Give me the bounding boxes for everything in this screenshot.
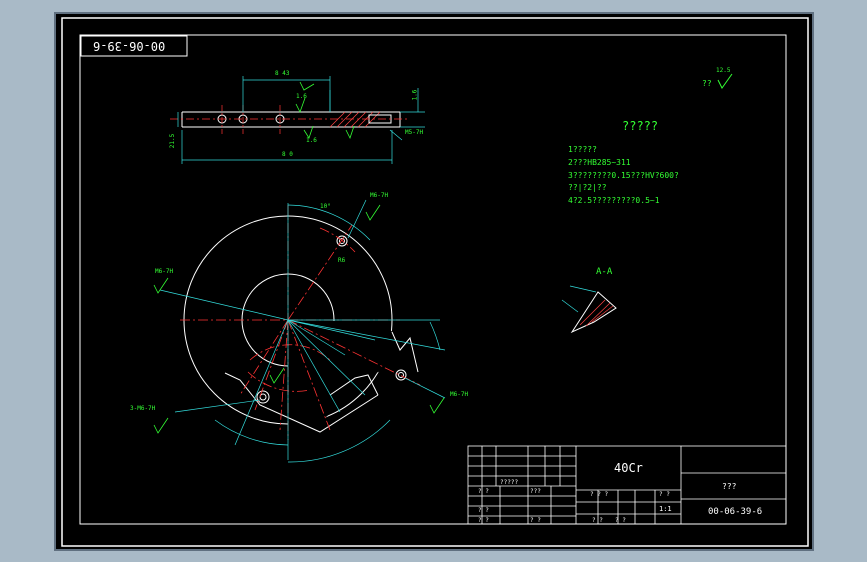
- tb-cell: ? ?: [592, 517, 603, 524]
- tech-note-4: ??|?2|??: [568, 183, 607, 192]
- roughness-value: 12.5: [716, 67, 731, 74]
- drawing-number: 00-06-39-6: [708, 507, 763, 517]
- dim-angle-top: 10°: [320, 203, 331, 210]
- part-name: ???: [722, 482, 737, 491]
- dim-r-outer: R6: [338, 257, 346, 264]
- tb-cell: ? ?: [478, 517, 489, 524]
- dim-top-width: 8 0: [282, 151, 293, 158]
- tb-cell: ? ? ?: [590, 491, 609, 498]
- dim-thickness: 1.6: [306, 137, 317, 144]
- tb-cell: ? ?: [659, 491, 670, 498]
- sheet-background: [54, 12, 814, 551]
- drawing-canvas: [54, 12, 814, 551]
- note-bottom-right: M6-7H: [450, 391, 469, 398]
- section-label: A-A: [596, 267, 613, 277]
- note-bottom-left: 3-M6-7H: [130, 405, 156, 412]
- dim-depth: 1.6: [411, 89, 419, 101]
- dim-top-small: 1.6: [296, 93, 307, 100]
- tb-cell: ? ?: [615, 517, 626, 524]
- tb-cell: ???: [530, 488, 541, 495]
- tech-note-2: 2???HB285~311: [568, 158, 631, 167]
- note-right: M6-7H: [370, 192, 389, 199]
- tech-note-1: 1?????: [568, 145, 597, 154]
- dim-side: 21.5: [169, 133, 177, 149]
- tb-cell: ? ?: [478, 507, 489, 514]
- note-left: M6-7H: [155, 268, 174, 275]
- tech-note-3: 3????????0.15???HV?600?: [568, 171, 679, 180]
- scale-label: 1:1: [659, 505, 672, 513]
- dim-hole-span: 8 43: [275, 70, 290, 77]
- tb-cell: ? ?: [530, 517, 541, 524]
- dim-thread-top: M5-7H: [405, 129, 424, 136]
- tech-title: ?????: [622, 119, 659, 133]
- mirrored-stamp: 00-06-39-6: [93, 39, 166, 53]
- tech-note-5: 4?2.5?????????0.5~1: [568, 196, 660, 205]
- roughness-note: ??: [702, 79, 712, 88]
- material-label: 40Cr: [614, 461, 643, 475]
- tb-cell: ? ?: [478, 488, 489, 495]
- tb-cell: ?????: [500, 479, 519, 486]
